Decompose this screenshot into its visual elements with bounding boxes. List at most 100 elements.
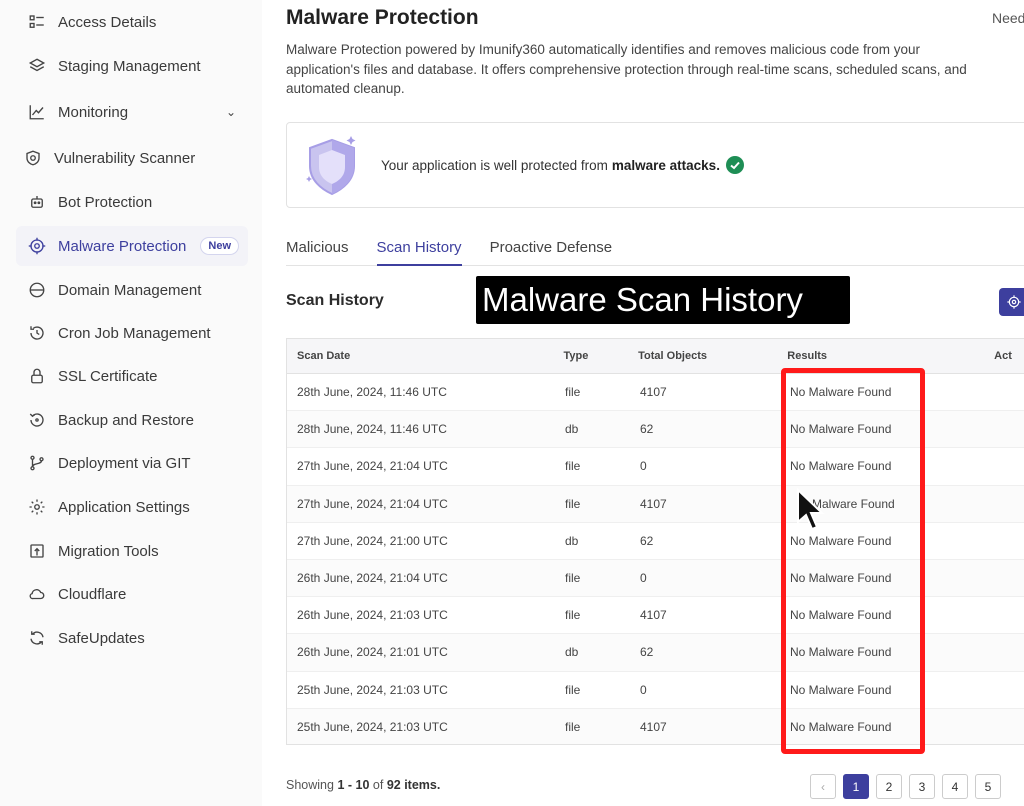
cell-result: No Malware Found <box>790 608 892 623</box>
col-results: Results <box>787 350 828 362</box>
tab-scan-history[interactable]: Scan History <box>376 236 462 266</box>
git-branch-icon <box>26 452 48 474</box>
sidebar-item-label: Migration Tools <box>58 542 159 560</box>
cell-total: 62 <box>640 645 654 660</box>
restore-icon <box>26 409 48 431</box>
cell-type: file <box>565 682 581 697</box>
cell-type: file <box>565 496 581 511</box>
cell-date: 26th June, 2024, 21:04 UTC <box>297 571 448 586</box>
cloud-icon <box>26 583 48 605</box>
sidebar-item-label: Deployment via GIT <box>58 454 191 472</box>
refresh-icon <box>26 627 48 649</box>
lock-icon <box>26 365 48 387</box>
tab-malicious[interactable]: Malicious <box>286 236 349 265</box>
status-text: Your application is well protected from <box>381 157 608 173</box>
sidebar-item-application-settings[interactable]: Application Settings <box>16 487 248 527</box>
protection-status-card: Your application is well protected from … <box>286 122 1024 208</box>
cell-result: No Malware Found <box>790 385 892 400</box>
page-title: Malware Protection <box>286 6 479 29</box>
tab-bar: Malicious Scan History Proactive Defense <box>286 236 1024 266</box>
sidebar-item-label: Vulnerability Scanner <box>54 149 196 167</box>
cell-type: file <box>565 608 581 623</box>
of-label: of <box>372 778 384 792</box>
mouse-cursor-icon <box>797 488 825 531</box>
shield-scan-icon <box>22 147 44 169</box>
cell-type: db <box>565 422 579 437</box>
protection-status-text: Your application is well protected from … <box>381 156 744 174</box>
chart-line-icon <box>26 101 48 123</box>
shield-icon <box>299 130 365 200</box>
sidebar-item-label: SafeUpdates <box>58 629 145 647</box>
sidebar-item-label: Cron Job Management <box>58 324 211 342</box>
cell-type: db <box>565 645 579 660</box>
table-row: 25th June, 2024, 21:03 UTC file 4107 No Mal… <box>287 708 1024 744</box>
showing-label: Showing <box>286 778 334 792</box>
cell-date: 27th June, 2024, 21:00 UTC <box>297 533 448 548</box>
table-row: 27th June, 2024, 21:00 UTC db 62 No Malware… <box>287 523 1024 560</box>
tab-proactive-defense[interactable]: Proactive Defense <box>490 236 613 265</box>
sidebar-item-staging-management[interactable]: Staging Management <box>16 46 248 86</box>
col-scan-date: Scan Date <box>297 350 351 362</box>
cell-date: 27th June, 2024, 21:04 UTC <box>297 459 448 474</box>
cell-result: No Malware Found <box>790 682 892 697</box>
cell-total: 62 <box>640 422 654 437</box>
sidebar-item-label: Application Settings <box>58 498 190 516</box>
page-4-button[interactable]: 4 <box>942 774 968 799</box>
cell-date: 28th June, 2024, 11:46 UTC <box>297 385 447 400</box>
sidebar-item-backup-and-restore[interactable]: Backup and Restore <box>16 400 248 440</box>
cell-total: 62 <box>640 533 654 548</box>
table-row: 25th June, 2024, 21:03 UTC file 0 No Malwar… <box>287 672 1024 709</box>
scan-history-table: Scan Date Type Total Objects Results Act… <box>286 338 1024 745</box>
sidebar-item-bot-protection[interactable]: Bot Protection <box>16 182 248 222</box>
cell-type: file <box>565 459 581 474</box>
page-5-button[interactable]: 5 <box>975 774 1001 799</box>
cell-result: No Malware Found <box>790 571 892 586</box>
sidebar-item-cloudflare[interactable]: Cloudflare <box>16 574 248 614</box>
cell-total: 4107 <box>640 608 667 623</box>
cell-date: 26th June, 2024, 21:03 UTC <box>297 608 448 623</box>
sidebar-item-label: Access Details <box>58 13 157 31</box>
cell-total: 0 <box>640 682 647 697</box>
col-actions: Act <box>994 350 1012 362</box>
sidebar-item-monitoring[interactable]: Monitoring ⌄ <box>16 92 248 132</box>
cell-date: 27th June, 2024, 21:04 UTC <box>297 496 448 511</box>
cell-type: file <box>565 719 581 734</box>
sidebar-item-cron-job-management[interactable]: Cron Job Management <box>16 313 248 353</box>
table-row: 26th June, 2024, 21:01 UTC db 62 No Malware… <box>287 634 1024 672</box>
col-total-objects: Total Objects <box>638 350 707 362</box>
upload-icon <box>26 540 48 562</box>
table-row: 27th June, 2024, 21:04 UTC file 0 No Malwar… <box>287 448 1024 486</box>
check-circle-icon <box>725 156 744 174</box>
robot-icon <box>26 191 48 213</box>
scan-now-button[interactable] <box>999 288 1024 316</box>
page-1-button[interactable]: 1 <box>843 774 869 799</box>
sidebar-item-ssl-certificate[interactable]: SSL Certificate <box>16 356 248 396</box>
sidebar-item-safeupdates[interactable]: SafeUpdates <box>16 618 248 658</box>
table-row: 28th June, 2024, 11:46 UTC db 62 No Malware… <box>287 411 1024 449</box>
crosshair-icon <box>1007 295 1021 309</box>
cell-type: db <box>565 533 579 548</box>
page-3-button[interactable]: 3 <box>909 774 935 799</box>
table-header: Scan Date Type Total Objects Results Act <box>287 339 1024 374</box>
table-row: 28th June, 2024, 11:46 UTC file 4107 No Mal… <box>287 374 1024 412</box>
globe-www-icon <box>26 279 48 301</box>
cell-total: 0 <box>640 571 647 586</box>
pagination: ‹ 1 2 3 4 5 <box>810 774 1008 799</box>
sidebar-item-vulnerability-scanner[interactable]: Vulnerability Scanner <box>12 138 244 178</box>
table-row: 27th June, 2024, 21:04 UTC file 4107 Malwar… <box>287 485 1024 523</box>
prev-page-button[interactable]: ‹ <box>810 774 836 799</box>
chevron-down-icon[interactable]: ⌄ <box>226 105 236 119</box>
cell-total: 4107 <box>640 385 667 400</box>
sidebar-item-domain-management[interactable]: Domain Management <box>16 270 248 310</box>
sidebar-item-migration-tools[interactable]: Migration Tools <box>16 531 248 571</box>
page-2-button[interactable]: 2 <box>876 774 902 799</box>
sidebar-item-malware-protection[interactable]: Malware Protection New <box>16 226 248 266</box>
sidebar-item-access-details[interactable]: Access Details <box>16 2 248 42</box>
access-details-icon <box>26 11 48 33</box>
overlay-caption: Malware Scan History <box>476 276 850 324</box>
cell-total: 4107 <box>640 496 667 511</box>
pagination-summary: Showing 1 - 10 of 92 items. <box>286 778 440 792</box>
sidebar-item-deployment-via-git[interactable]: Deployment via GIT <box>16 443 248 483</box>
sidebar-item-label: Monitoring <box>58 103 129 121</box>
need-help-link[interactable]: Need <box>992 10 1024 26</box>
